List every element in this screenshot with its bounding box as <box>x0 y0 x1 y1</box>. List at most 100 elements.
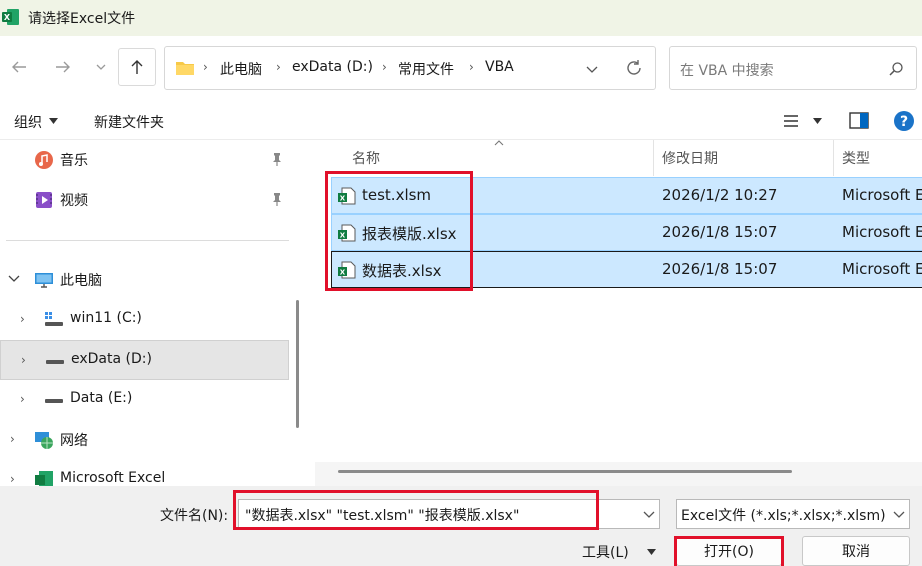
tools-button[interactable]: 工具(L) <box>582 542 629 562</box>
breadcrumb-common-files[interactable]: 常用文件 <box>398 59 454 79</box>
horizontal-scrollbar[interactable] <box>338 470 792 473</box>
file-type: Microsoft Excel <box>842 186 922 204</box>
tree-label: 音乐 <box>60 153 88 169</box>
tree-item-network[interactable]: › 网络 <box>0 420 289 460</box>
column-header-modified[interactable]: 修改日期 <box>662 148 718 168</box>
search-input[interactable]: 在 VBA 中搜索 <box>669 46 917 90</box>
tree-item-music[interactable]: 音乐 <box>0 140 289 180</box>
forward-button[interactable] <box>48 52 78 82</box>
chevron-down-icon[interactable] <box>643 510 655 520</box>
computer-icon <box>35 273 53 288</box>
column-header-name[interactable]: 名称 <box>352 148 380 168</box>
divider <box>6 240 289 241</box>
back-button[interactable] <box>4 52 34 82</box>
file-name: test.xlsm <box>362 186 432 204</box>
video-icon <box>36 192 52 208</box>
file-type: Microsoft Excel <box>842 223 922 241</box>
tree-scrollbar[interactable] <box>296 300 299 428</box>
breadcrumb-this-pc[interactable]: 此电脑 <box>220 59 262 79</box>
svg-text:X: X <box>4 13 11 22</box>
title-bar: X 请选择Excel文件 <box>0 0 922 36</box>
help-icon[interactable]: ? <box>893 110 915 132</box>
chevron-down-icon <box>893 511 905 518</box>
chevron-right-icon: › <box>203 60 208 74</box>
chevron-right-icon[interactable]: › <box>10 472 15 486</box>
file-modified: 2026/1/8 15:07 <box>662 223 778 241</box>
tree-item-video[interactable]: 视频 <box>0 180 289 220</box>
arrow-right-icon <box>56 61 70 73</box>
tree-label: win11 (C:) <box>70 310 142 326</box>
pin-icon[interactable] <box>271 152 283 166</box>
column-header-type[interactable]: 类型 <box>842 148 870 168</box>
file-type-select[interactable]: Excel文件 (*.xls;*.xlsx;*.xlsm) <box>676 499 910 529</box>
excel-icon: X <box>2 9 19 25</box>
new-folder-button[interactable]: 新建文件夹 <box>94 112 164 132</box>
chevron-right-icon[interactable]: › <box>20 312 25 326</box>
tree-item-excel[interactable]: › Microsoft Excel <box>0 460 289 486</box>
arrow-up-icon <box>131 60 143 74</box>
toolbar: 组织 新建文件夹 ? <box>0 102 922 140</box>
folder-icon <box>176 62 194 75</box>
chevron-right-icon[interactable]: › <box>20 392 25 406</box>
tree-label: 此电脑 <box>60 273 102 289</box>
filename-input[interactable]: "数据表.xlsx" "test.xlsm" "报表模版.xlsx" <box>238 499 660 529</box>
caret-down-icon[interactable] <box>647 549 656 555</box>
svg-text:X: X <box>340 232 346 240</box>
file-list[interactable]: 名称 修改日期 类型 X test.xlsm 2026/1/2 10:27 Mi… <box>315 140 922 486</box>
chevron-right-icon[interactable]: › <box>21 353 26 367</box>
tree-label: exData (D:) <box>71 351 152 367</box>
chevron-right-icon: › <box>469 60 474 74</box>
file-name: 报表模版.xlsx <box>362 225 457 243</box>
refresh-icon[interactable] <box>625 59 643 77</box>
tree-label: 网络 <box>60 433 88 449</box>
sort-ascending-icon <box>494 140 504 146</box>
chevron-right-icon: › <box>382 60 387 74</box>
tree-item-this-pc[interactable]: 此电脑 <box>0 260 289 300</box>
search-icon <box>889 62 903 76</box>
file-row[interactable]: X test.xlsm 2026/1/2 10:27 Microsoft Exc… <box>331 177 922 214</box>
tree-label: 视频 <box>60 193 88 209</box>
drive-icon <box>46 360 64 364</box>
open-button[interactable]: 打开(O) <box>676 536 782 566</box>
pin-icon[interactable] <box>271 192 283 206</box>
file-row[interactable]: X 报表模版.xlsx 2026/1/8 15:07 Microsoft Exc… <box>331 214 922 251</box>
file-name: 数据表.xlsx <box>362 262 442 280</box>
tree-item-drive-c[interactable]: › win11 (C:) <box>0 300 289 340</box>
tree-item-drive-e[interactable]: › Data (E:) <box>0 380 289 420</box>
navigation-tree[interactable]: 音乐 视频 此电脑 › win11 (C:) › exData (D:) › D… <box>0 140 300 486</box>
svg-text:?: ? <box>900 114 908 130</box>
tree-label: Microsoft Excel <box>60 470 166 486</box>
svg-text:X: X <box>340 269 346 277</box>
excel-file-icon: X <box>338 224 356 242</box>
dialog-footer: 文件名(N): "数据表.xlsx" "test.xlsm" "报表模版.xls… <box>0 486 922 566</box>
windows-drive-icon <box>45 312 63 326</box>
organize-button[interactable]: 组织 <box>14 112 42 132</box>
breadcrumb-vba[interactable]: VBA <box>485 59 514 75</box>
preview-pane-icon[interactable] <box>849 112 869 129</box>
tree-label: Data (E:) <box>70 390 133 406</box>
chevron-down-icon <box>96 64 106 70</box>
filename-label: 文件名(N): <box>160 508 229 524</box>
address-dropdown-icon[interactable] <box>585 62 599 76</box>
cancel-button[interactable]: 取消 <box>802 536 910 566</box>
file-type-value: Excel文件 (*.xls;*.xlsx;*.xlsm) <box>681 508 886 524</box>
chevron-down-icon[interactable] <box>8 274 20 284</box>
recent-locations-button[interactable] <box>86 52 116 82</box>
excel-icon <box>35 471 53 486</box>
caret-down-icon[interactable] <box>813 118 822 124</box>
arrow-left-icon <box>12 61 26 73</box>
chevron-right-icon[interactable]: › <box>10 432 15 446</box>
column-divider[interactable] <box>833 140 834 176</box>
address-bar[interactable]: › 此电脑 › exData (D:) › 常用文件 › VBA <box>164 46 656 90</box>
file-modified: 2026/1/8 15:07 <box>662 260 778 278</box>
drive-icon <box>45 399 63 403</box>
excel-file-icon: X <box>338 187 356 205</box>
search-placeholder: 在 VBA 中搜索 <box>680 63 774 79</box>
tree-item-drive-d[interactable]: › exData (D:) <box>0 340 289 380</box>
breadcrumb-exdata[interactable]: exData (D:) <box>292 59 373 75</box>
up-button[interactable] <box>118 48 156 86</box>
column-divider[interactable] <box>653 140 654 176</box>
view-list-icon[interactable] <box>782 114 800 128</box>
chevron-right-icon: › <box>276 60 281 74</box>
file-row[interactable]: X 数据表.xlsx 2026/1/8 15:07 Microsoft Exce… <box>331 251 922 288</box>
